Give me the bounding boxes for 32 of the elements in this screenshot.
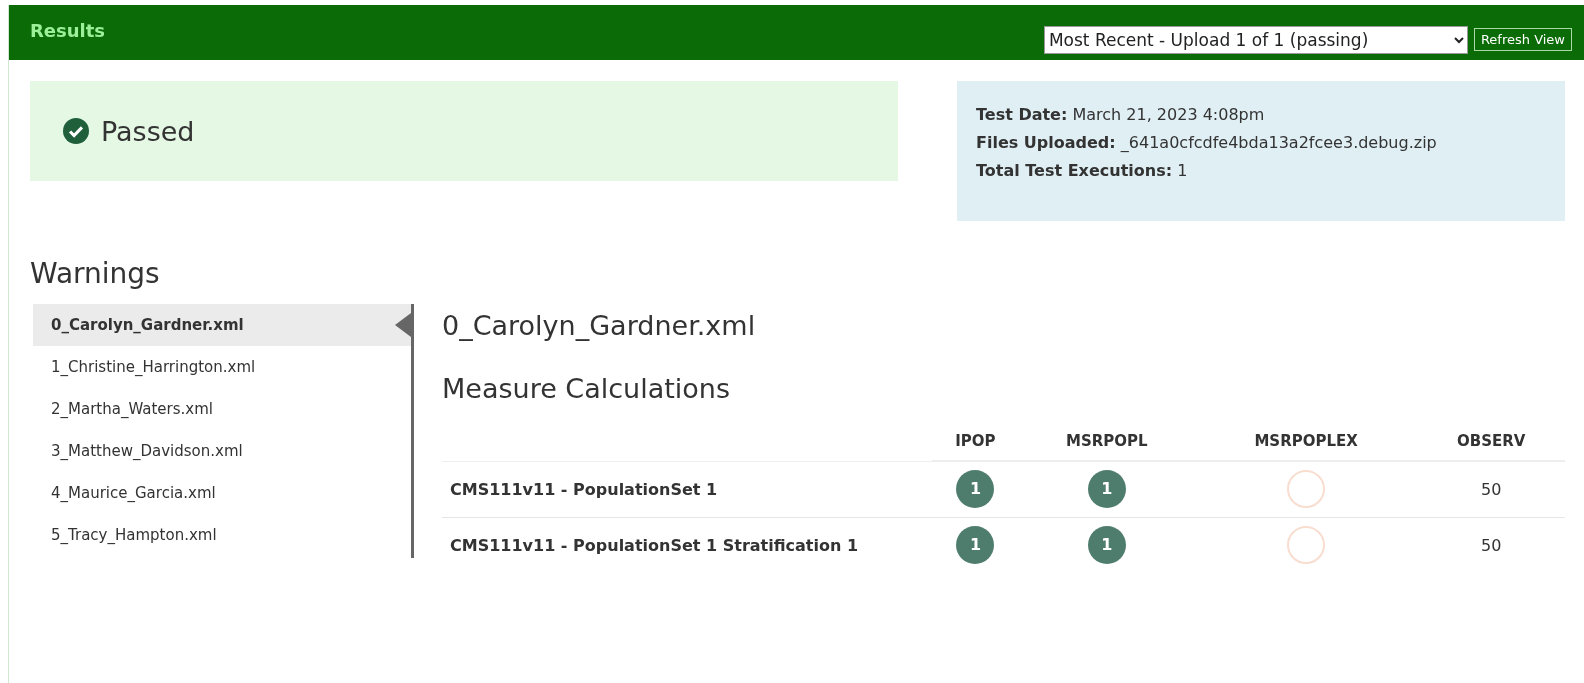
file-list-item[interactable]: 0_Carolyn_Gardner.xml: [33, 304, 411, 346]
column-header: IPOP: [932, 422, 1019, 461]
measure-name: CMS111v11 - PopulationSet 1 Stratification 1: [442, 517, 932, 573]
status-text: Passed: [101, 115, 195, 147]
empty-circle-icon: [1287, 470, 1326, 509]
info-line: Total Test Executions: 1: [976, 160, 1189, 182]
info-line: Test Date: March 21, 2023 4:08pm: [976, 104, 1266, 126]
file-title: 0_Carolyn_Gardner.xml: [442, 310, 757, 341]
file-list-item[interactable]: 5_Tracy_Hampton.xml: [33, 514, 411, 556]
column-header: MSRPOPL: [1018, 422, 1195, 461]
file-list-item[interactable]: 2_Martha_Waters.xml: [33, 388, 411, 430]
count-badge: 1: [1087, 526, 1126, 565]
measure-name: CMS111v11 - PopulationSet 1: [442, 461, 932, 517]
count-badge: 1: [1087, 470, 1126, 509]
page-title: Results: [30, 20, 106, 41]
table-cell: 50: [1481, 479, 1502, 499]
section-heading: Warnings: [30, 257, 161, 290]
file-list-item[interactable]: 3_Matthew_Davidson.xml: [33, 430, 411, 472]
upload-select[interactable]: Most Recent - Upload 1 of 1 (passing): [1043, 25, 1468, 54]
file-list-item[interactable]: 1_Christine_Harrington.xml: [33, 346, 411, 388]
pointer-icon: [395, 313, 411, 337]
column-header: OBSERV: [1417, 422, 1565, 461]
check-circle-icon: [63, 118, 89, 144]
table-cell: 50: [1481, 535, 1502, 555]
count-badge: 1: [956, 470, 995, 509]
empty-circle-icon: [1287, 526, 1326, 565]
file-list-item[interactable]: 4_Maurice_Garcia.xml: [33, 472, 411, 514]
refresh-button[interactable]: Refresh View: [1473, 28, 1572, 51]
column-header: MSRPOPLEX: [1194, 422, 1418, 461]
count-badge: 1: [956, 526, 995, 565]
info-line: Files Uploaded: _641a0cfcdfe4bda13a2fcee3.debug.zip: [976, 132, 1438, 154]
section-heading: Measure Calculations: [442, 373, 732, 404]
